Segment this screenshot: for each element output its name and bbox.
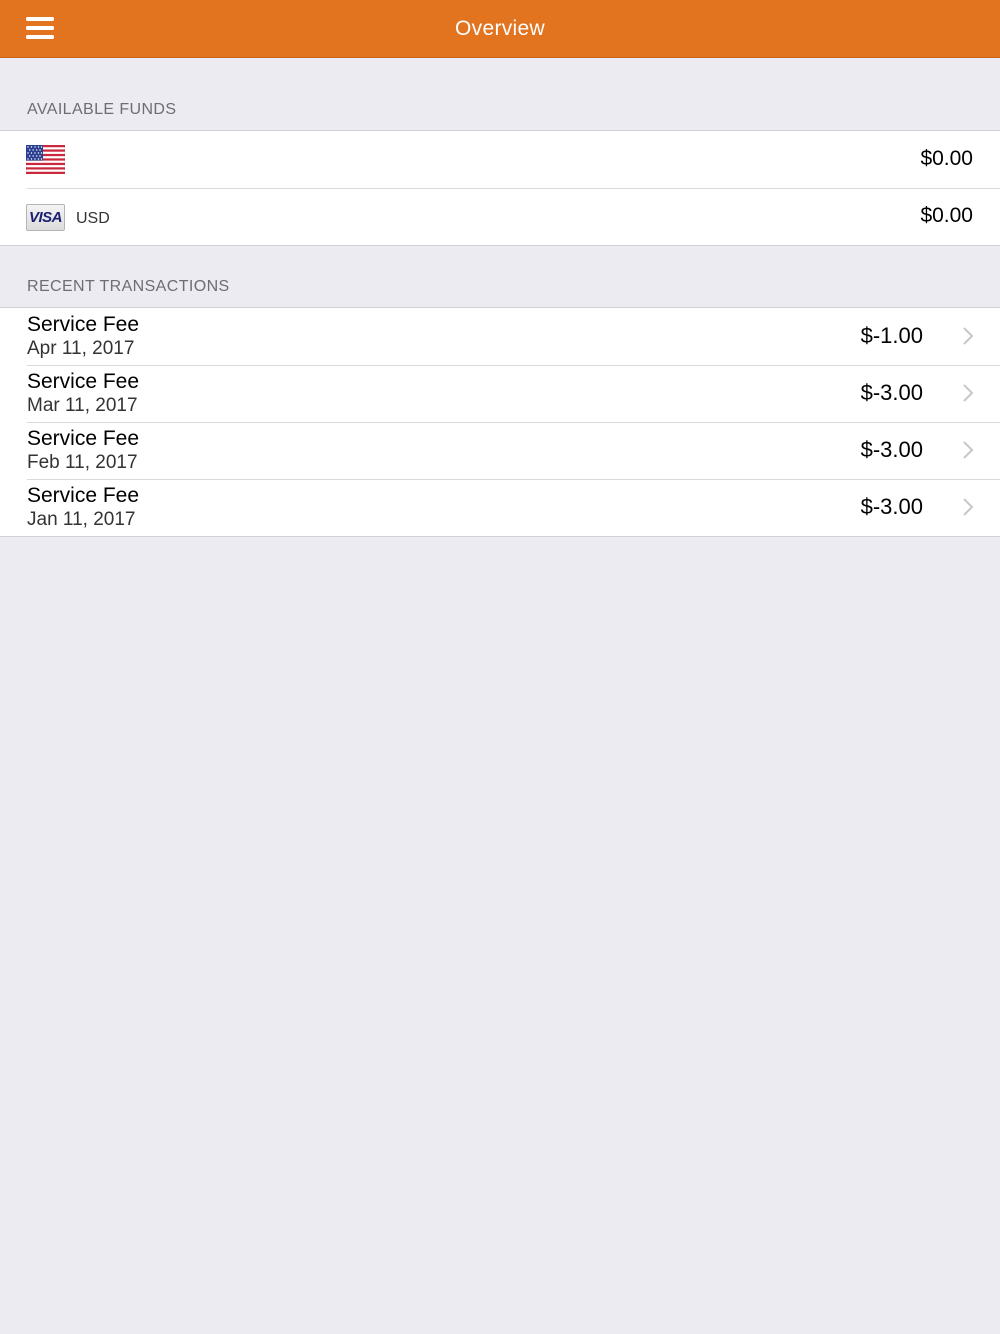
chevron-right-icon [963,498,974,516]
chevron-right-icon [963,384,974,402]
recent-transactions-header: RECENT TRANSACTIONS [27,278,230,295]
transaction-date: Feb 11, 2017 [27,452,138,473]
transaction-title: Service Fee [27,484,140,507]
page-title: Overview [455,17,545,40]
fund-row-visa: VISA USD $0.00 [0,188,1000,245]
transaction-row[interactable]: Service Fee Apr 11, 2017 $-1.00 [0,308,1000,365]
visa-card-icon: VISA [26,204,65,231]
available-funds-header: AVAILABLE FUNDS [27,101,177,118]
fund-amount: $0.00 [920,204,973,227]
transaction-row[interactable]: Service Fee Jan 11, 2017 $-3.00 [0,479,1000,536]
transaction-amount: $-3.00 [860,437,923,462]
transaction-date: Jan 11, 2017 [27,509,136,530]
transaction-title: Service Fee [27,313,140,336]
chevron-right-icon [963,327,974,345]
fund-row-us-flag: $0.00 [0,131,1000,188]
transaction-title: Service Fee [27,370,140,393]
transaction-amount: $-3.00 [860,494,923,519]
transaction-amount: $-3.00 [860,380,923,405]
transaction-title: Service Fee [27,427,140,450]
available-funds-list: $0.00 VISA USD $0.00 [0,130,1000,246]
transaction-row[interactable]: Service Fee Mar 11, 2017 $-3.00 [0,365,1000,422]
fund-currency: USD [76,210,110,227]
chevron-right-icon [963,441,974,459]
transaction-date: Mar 11, 2017 [27,395,138,416]
us-flag-icon [26,145,65,174]
transaction-amount: $-1.00 [860,323,923,348]
navigation-bar: Overview [0,0,1000,58]
fund-amount: $0.00 [920,147,973,170]
recent-transactions-list: Service Fee Apr 11, 2017 $-1.00 Service … [0,307,1000,537]
transaction-date: Apr 11, 2017 [27,338,135,359]
transaction-row[interactable]: Service Fee Feb 11, 2017 $-3.00 [0,422,1000,479]
